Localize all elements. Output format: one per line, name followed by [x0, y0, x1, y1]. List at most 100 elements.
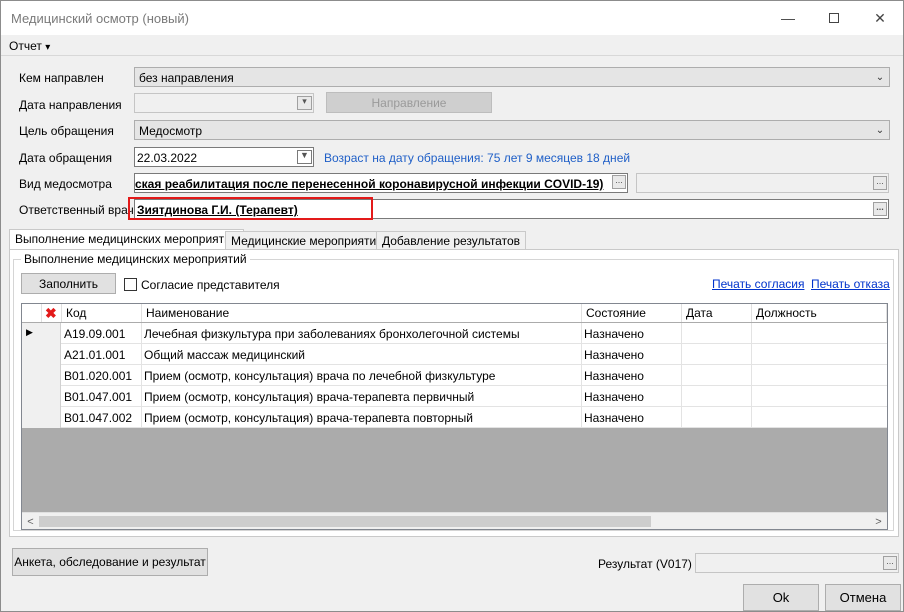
column-name[interactable]: Наименование: [142, 304, 582, 322]
table-row[interactable]: B01.047.001 Прием (осмотр, консультация)…: [22, 386, 887, 407]
cell-status: Назначено: [582, 344, 682, 365]
referred-by-select[interactable]: без направления ⌄: [134, 67, 890, 87]
ok-button[interactable]: Ok: [743, 584, 819, 611]
questionnaire-button[interactable]: Анкета, обследование и результат: [12, 548, 208, 576]
table-row[interactable]: ▶ A19.09.001 Лечебная физкультура при за…: [22, 323, 887, 344]
exam-type-browse-button[interactable]: ...: [612, 175, 626, 189]
close-icon: ✕: [874, 9, 886, 26]
tab-execution[interactable]: Выполнение медицинских мероприятий: [9, 229, 244, 250]
print-refusal-link[interactable]: Печать отказа: [811, 277, 890, 291]
selected-row-icon: ▶: [26, 327, 33, 337]
cell-code: B01.047.002: [62, 407, 142, 428]
exam-type-extra-field: ...: [636, 173, 889, 193]
calendar-dropdown-icon: ▼: [297, 150, 312, 164]
result-field[interactable]: ...: [695, 553, 899, 573]
cell-code: B01.020.001: [62, 365, 142, 386]
referred-by-value: без направления: [139, 71, 234, 85]
cell-name: Общий массаж медицинский: [142, 344, 582, 365]
procedures-table: ✖ Код Наименование Состояние Дата Должно…: [21, 303, 888, 530]
browse-icon: ...: [883, 556, 897, 570]
header-blank: [22, 304, 42, 322]
maximize-button[interactable]: [811, 1, 857, 35]
fill-button[interactable]: Заполнить: [21, 273, 116, 294]
cell-name: Прием (осмотр, консультация) врача по ле…: [142, 365, 582, 386]
cell-code: B01.047.001: [62, 386, 142, 407]
column-code[interactable]: Код: [62, 304, 142, 322]
window: Медицинский осмотр (новый) — ✕ Отчет ▾ К…: [0, 0, 904, 612]
column-position[interactable]: Должность: [752, 304, 887, 322]
delete-x-icon[interactable]: ✖: [42, 304, 62, 322]
referral-date-label: Дата направления: [19, 98, 122, 112]
browse-icon: ...: [873, 176, 887, 190]
visit-date-value: 22.03.2022: [137, 151, 198, 165]
cell-date: [682, 323, 752, 344]
row-header: [22, 344, 61, 365]
cell-position: [752, 407, 887, 428]
referral-button[interactable]: Направление: [326, 92, 492, 113]
minimize-icon: —: [781, 10, 795, 26]
print-consent-link[interactable]: Печать согласия: [712, 277, 804, 291]
cell-status: Назначено: [582, 323, 682, 344]
visit-date-label: Дата обращения: [19, 151, 113, 165]
window-title: Медицинский осмотр (новый): [11, 11, 189, 26]
exam-type-field[interactable]: ская реабилитация после перенесенной кор…: [134, 173, 628, 193]
cell-date: [682, 344, 752, 365]
referred-by-label: Кем направлен: [19, 71, 104, 85]
consent-checkbox-label: Согласие представителя: [141, 278, 280, 292]
exam-type-label: Вид медосмотра: [19, 177, 112, 191]
menu-report-label: Отчет: [9, 39, 42, 53]
chevron-down-icon: ⌄: [875, 71, 885, 83]
referral-date-field[interactable]: ▾: [134, 93, 314, 113]
table-row[interactable]: B01.047.002 Прием (осмотр, консультация)…: [22, 407, 887, 428]
cell-name: Прием (осмотр, консультация) врача-терап…: [142, 407, 582, 428]
scrollbar-thumb[interactable]: [39, 516, 651, 527]
highlight-rectangle: [128, 197, 373, 220]
table-row[interactable]: B01.020.001 Прием (осмотр, консультация)…: [22, 365, 887, 386]
cell-status: Назначено: [582, 365, 682, 386]
cell-status: Назначено: [582, 407, 682, 428]
tab-medical-activities[interactable]: Медицинские мероприятия: [225, 231, 389, 249]
chevron-down-icon: ▾: [45, 42, 51, 53]
title-bar: Медицинский осмотр (новый) — ✕: [1, 1, 903, 35]
cell-date: [682, 365, 752, 386]
cell-name: Прием (осмотр, консультация) врача-терап…: [142, 386, 582, 407]
result-label: Результат (V017): [598, 557, 692, 571]
cell-name: Лечебная физкультура при заболеваниях бр…: [142, 323, 582, 344]
consent-checkbox[interactable]: [124, 278, 137, 291]
cell-date: [682, 386, 752, 407]
horizontal-scrollbar[interactable]: < >: [22, 512, 887, 529]
minimize-button[interactable]: —: [765, 1, 811, 35]
cell-date: [682, 407, 752, 428]
cell-position: [752, 344, 887, 365]
table-row[interactable]: A21.01.001 Общий массаж медицинский Назн…: [22, 344, 887, 365]
purpose-select[interactable]: Медосмотр ⌄: [134, 120, 890, 140]
visit-date-field[interactable]: 22.03.2022 ▼: [134, 147, 314, 167]
cell-position: [752, 386, 887, 407]
chevron-down-icon: ⌄: [875, 124, 885, 136]
cell-position: [752, 365, 887, 386]
group-title: Выполнение медицинских мероприятий: [21, 252, 250, 266]
cell-code: A19.09.001: [62, 323, 142, 344]
row-header: [22, 407, 61, 428]
column-date[interactable]: Дата: [682, 304, 752, 322]
cell-code: A21.01.001: [62, 344, 142, 365]
table-header: ✖ Код Наименование Состояние Дата Должно…: [22, 304, 887, 322]
column-status[interactable]: Состояние: [582, 304, 682, 322]
row-header: [22, 365, 61, 386]
calendar-dropdown-icon: ▾: [297, 96, 312, 110]
cancel-button[interactable]: Отмена: [825, 584, 901, 611]
menu-report[interactable]: Отчет ▾: [9, 39, 50, 53]
close-button[interactable]: ✕: [857, 1, 903, 35]
doctor-browse-button[interactable]: ...: [873, 202, 887, 216]
scroll-left-icon[interactable]: <: [22, 514, 39, 529]
purpose-value: Медосмотр: [139, 124, 203, 138]
row-header: [22, 386, 61, 407]
cell-status: Назначено: [582, 386, 682, 407]
tab-add-results[interactable]: Добавление результатов: [376, 231, 527, 249]
cell-position: [752, 323, 887, 344]
maximize-icon: [829, 13, 839, 23]
row-header: ▶: [22, 323, 61, 344]
scroll-right-icon[interactable]: >: [870, 514, 887, 529]
age-info: Возраст на дату обращения: 75 лет 9 меся…: [324, 151, 631, 165]
menu-bar: Отчет ▾: [1, 36, 903, 56]
